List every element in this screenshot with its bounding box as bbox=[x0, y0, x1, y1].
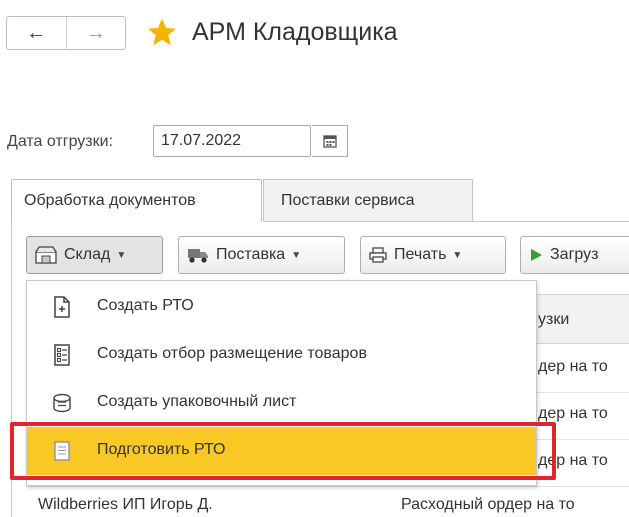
row-divider bbox=[26, 486, 629, 487]
menu-item-create-rto[interactable]: Создать РТО bbox=[27, 283, 536, 331]
table-cell[interactable]: Wildberries ИП Игорь Д. bbox=[38, 496, 213, 514]
calendar-button[interactable] bbox=[312, 125, 348, 157]
chevron-down-icon: ▼ bbox=[116, 249, 127, 261]
menu-item-create-packing-list[interactable]: Создать упаковочный лист bbox=[27, 379, 536, 427]
warehouse-icon bbox=[35, 246, 57, 264]
page-title: АРМ Кладовщика bbox=[192, 18, 398, 46]
play-icon bbox=[529, 248, 543, 262]
history-nav: ← → bbox=[6, 16, 126, 50]
printer-icon bbox=[369, 247, 387, 263]
delivery-menu-button[interactable]: Поставка ▼ bbox=[178, 236, 345, 274]
arrow-left-icon: ← bbox=[26, 21, 47, 44]
package-icon bbox=[53, 393, 71, 413]
forward-button[interactable]: → bbox=[65, 17, 126, 49]
chevron-down-icon: ▼ bbox=[291, 249, 302, 261]
shipment-date-input[interactable]: 17.07.2022 bbox=[153, 125, 311, 157]
truck-icon bbox=[187, 246, 209, 264]
print-label: Печать bbox=[394, 246, 447, 263]
highlight-annotation-frame bbox=[10, 422, 556, 480]
load-label: Загруз bbox=[550, 246, 599, 263]
tab-divider bbox=[263, 221, 629, 222]
column-header: узки bbox=[538, 311, 570, 328]
calendar-icon bbox=[322, 135, 337, 148]
list-icon bbox=[54, 344, 70, 366]
menu-item-label: Создать отбор размещение товаров bbox=[97, 345, 367, 362]
menu-item-label: Создать упаковочный лист bbox=[97, 393, 297, 410]
star-icon[interactable] bbox=[147, 17, 177, 47]
chevron-down-icon: ▼ bbox=[452, 249, 463, 261]
shipment-date-label: Дата отгрузки: bbox=[7, 133, 114, 150]
load-button[interactable]: Загруз bbox=[520, 236, 629, 274]
menu-item-create-placement[interactable]: Создать отбор размещение товаров bbox=[27, 331, 536, 379]
warehouse-label: Склад bbox=[64, 246, 111, 263]
warehouse-menu-button[interactable]: Склад ▼ bbox=[26, 236, 163, 274]
table-cell: дер на то bbox=[538, 358, 608, 375]
document-add-icon bbox=[54, 296, 70, 318]
tab-service-deliveries[interactable]: Поставки сервиса bbox=[263, 179, 473, 222]
table-cell: дер на то bbox=[538, 405, 608, 422]
print-menu-button[interactable]: Печать ▼ bbox=[360, 236, 506, 274]
arrow-right-icon: → bbox=[85, 21, 106, 44]
back-button[interactable]: ← bbox=[7, 17, 66, 49]
table-cell[interactable]: Расходный ордер на то bbox=[401, 496, 575, 514]
menu-item-label: Создать РТО bbox=[97, 297, 194, 314]
delivery-label: Поставка bbox=[216, 246, 286, 263]
tab-document-processing[interactable]: Обработка документов bbox=[11, 179, 262, 222]
